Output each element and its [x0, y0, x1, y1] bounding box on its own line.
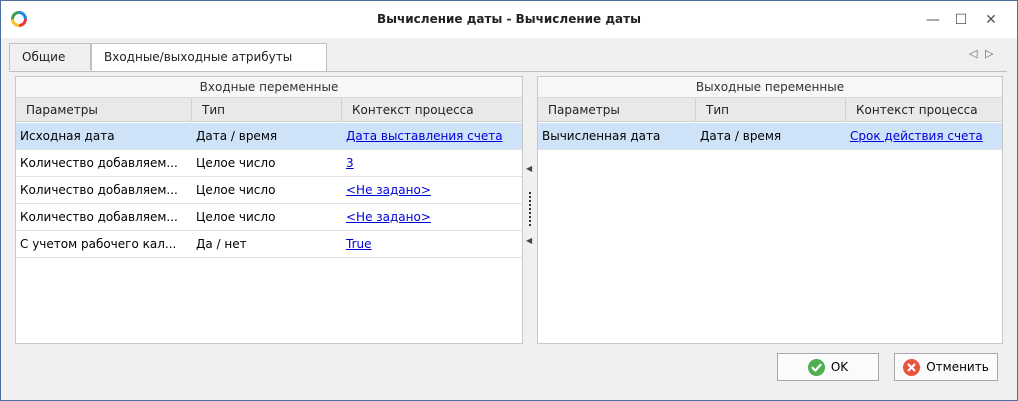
check-icon: [807, 358, 825, 376]
input-col-type[interactable]: Тип: [192, 98, 342, 122]
cancel-label: Отменить: [926, 360, 989, 374]
tab-strip: Общие Входные/выходные атрибуты: [9, 43, 1001, 72]
param-cell: Вычисленная дата: [542, 129, 661, 143]
context-cell: Срок действия счета: [846, 123, 1002, 149]
context-link[interactable]: <Не задано>: [346, 183, 431, 197]
title-bar: Вычисление даты - Вычисление даты — ☐ ✕: [1, 1, 1017, 38]
type-cell: Да / нет: [196, 237, 247, 251]
param-cell: Количество добавляем...: [20, 156, 178, 170]
param-cell: Количество добавляем...: [20, 183, 178, 197]
tab-general[interactable]: Общие: [9, 43, 91, 70]
context-link[interactable]: Дата выставления счета: [346, 129, 503, 143]
input-variables-panel: Входные переменные Параметры Тип Контекс…: [15, 76, 523, 344]
window-title: Вычисление даты - Вычисление даты: [377, 12, 641, 26]
tab-prev-icon[interactable]: ◁: [969, 47, 977, 60]
type-cell: Дата / время: [196, 129, 278, 143]
collapse-left-icon[interactable]: ◀: [526, 236, 532, 245]
ok-label: OK: [830, 360, 849, 374]
type-cell: Целое число: [196, 210, 276, 224]
param-cell: С учетом рабочего кал...: [20, 237, 177, 251]
input-row[interactable]: Количество добавляем... Целое число <Не …: [16, 204, 522, 231]
collapse-left-icon[interactable]: ◀: [526, 164, 532, 173]
tab-next-icon[interactable]: ▷: [985, 47, 993, 60]
output-group-header: Выходные переменные: [538, 77, 1002, 98]
context-link[interactable]: True: [346, 237, 372, 251]
panel-splitter[interactable]: ◀ ◀: [523, 72, 537, 342]
type-cell: Целое число: [196, 156, 276, 170]
minimize-button[interactable]: —: [921, 9, 945, 31]
tab-content: Входные переменные Параметры Тип Контекс…: [9, 71, 1007, 346]
input-row[interactable]: Количество добавляем... Целое число 3: [16, 150, 522, 177]
output-col-type[interactable]: Тип: [696, 98, 846, 122]
type-cell: Целое число: [196, 183, 276, 197]
context-cell: True: [342, 231, 522, 257]
output-variables-panel: Выходные переменные Параметры Тип Контек…: [537, 76, 1003, 344]
output-row[interactable]: Вычисленная дата Дата / время Срок дейст…: [538, 123, 1002, 150]
input-col-context[interactable]: Контекст процесса: [342, 98, 522, 122]
context-link[interactable]: <Не задано>: [346, 210, 431, 224]
param-cell: Исходная дата: [20, 129, 115, 143]
ok-button[interactable]: OK: [777, 353, 879, 381]
input-row[interactable]: Количество добавляем... Целое число <Не …: [16, 177, 522, 204]
context-link[interactable]: Срок действия счета: [850, 129, 983, 143]
dialog-footer: OK Отменить: [1, 345, 1017, 400]
tab-io-attributes[interactable]: Входные/выходные атрибуты: [91, 43, 327, 72]
type-cell: Дата / время: [700, 129, 782, 143]
splitter-grip[interactable]: [529, 192, 531, 226]
param-cell: Количество добавляем...: [20, 210, 178, 224]
output-col-params[interactable]: Параметры: [538, 98, 696, 122]
cancel-icon: [903, 358, 921, 376]
close-button[interactable]: ✕: [979, 9, 1003, 31]
maximize-button[interactable]: ☐: [949, 9, 973, 31]
context-cell: <Не задано>: [342, 177, 522, 203]
input-row[interactable]: Исходная дата Дата / время Дата выставле…: [16, 123, 522, 150]
input-row[interactable]: С учетом рабочего кал... Да / нет True: [16, 231, 522, 258]
context-cell: 3: [342, 150, 522, 176]
input-col-params[interactable]: Параметры: [16, 98, 192, 122]
cancel-button[interactable]: Отменить: [894, 353, 998, 381]
dialog-window: Вычисление даты - Вычисление даты — ☐ ✕ …: [0, 0, 1018, 401]
context-link[interactable]: 3: [346, 156, 354, 170]
output-col-context[interactable]: Контекст процесса: [846, 98, 1002, 122]
input-group-header: Входные переменные: [16, 77, 522, 98]
context-cell: <Не задано>: [342, 204, 522, 230]
context-cell: Дата выставления счета: [342, 123, 522, 149]
